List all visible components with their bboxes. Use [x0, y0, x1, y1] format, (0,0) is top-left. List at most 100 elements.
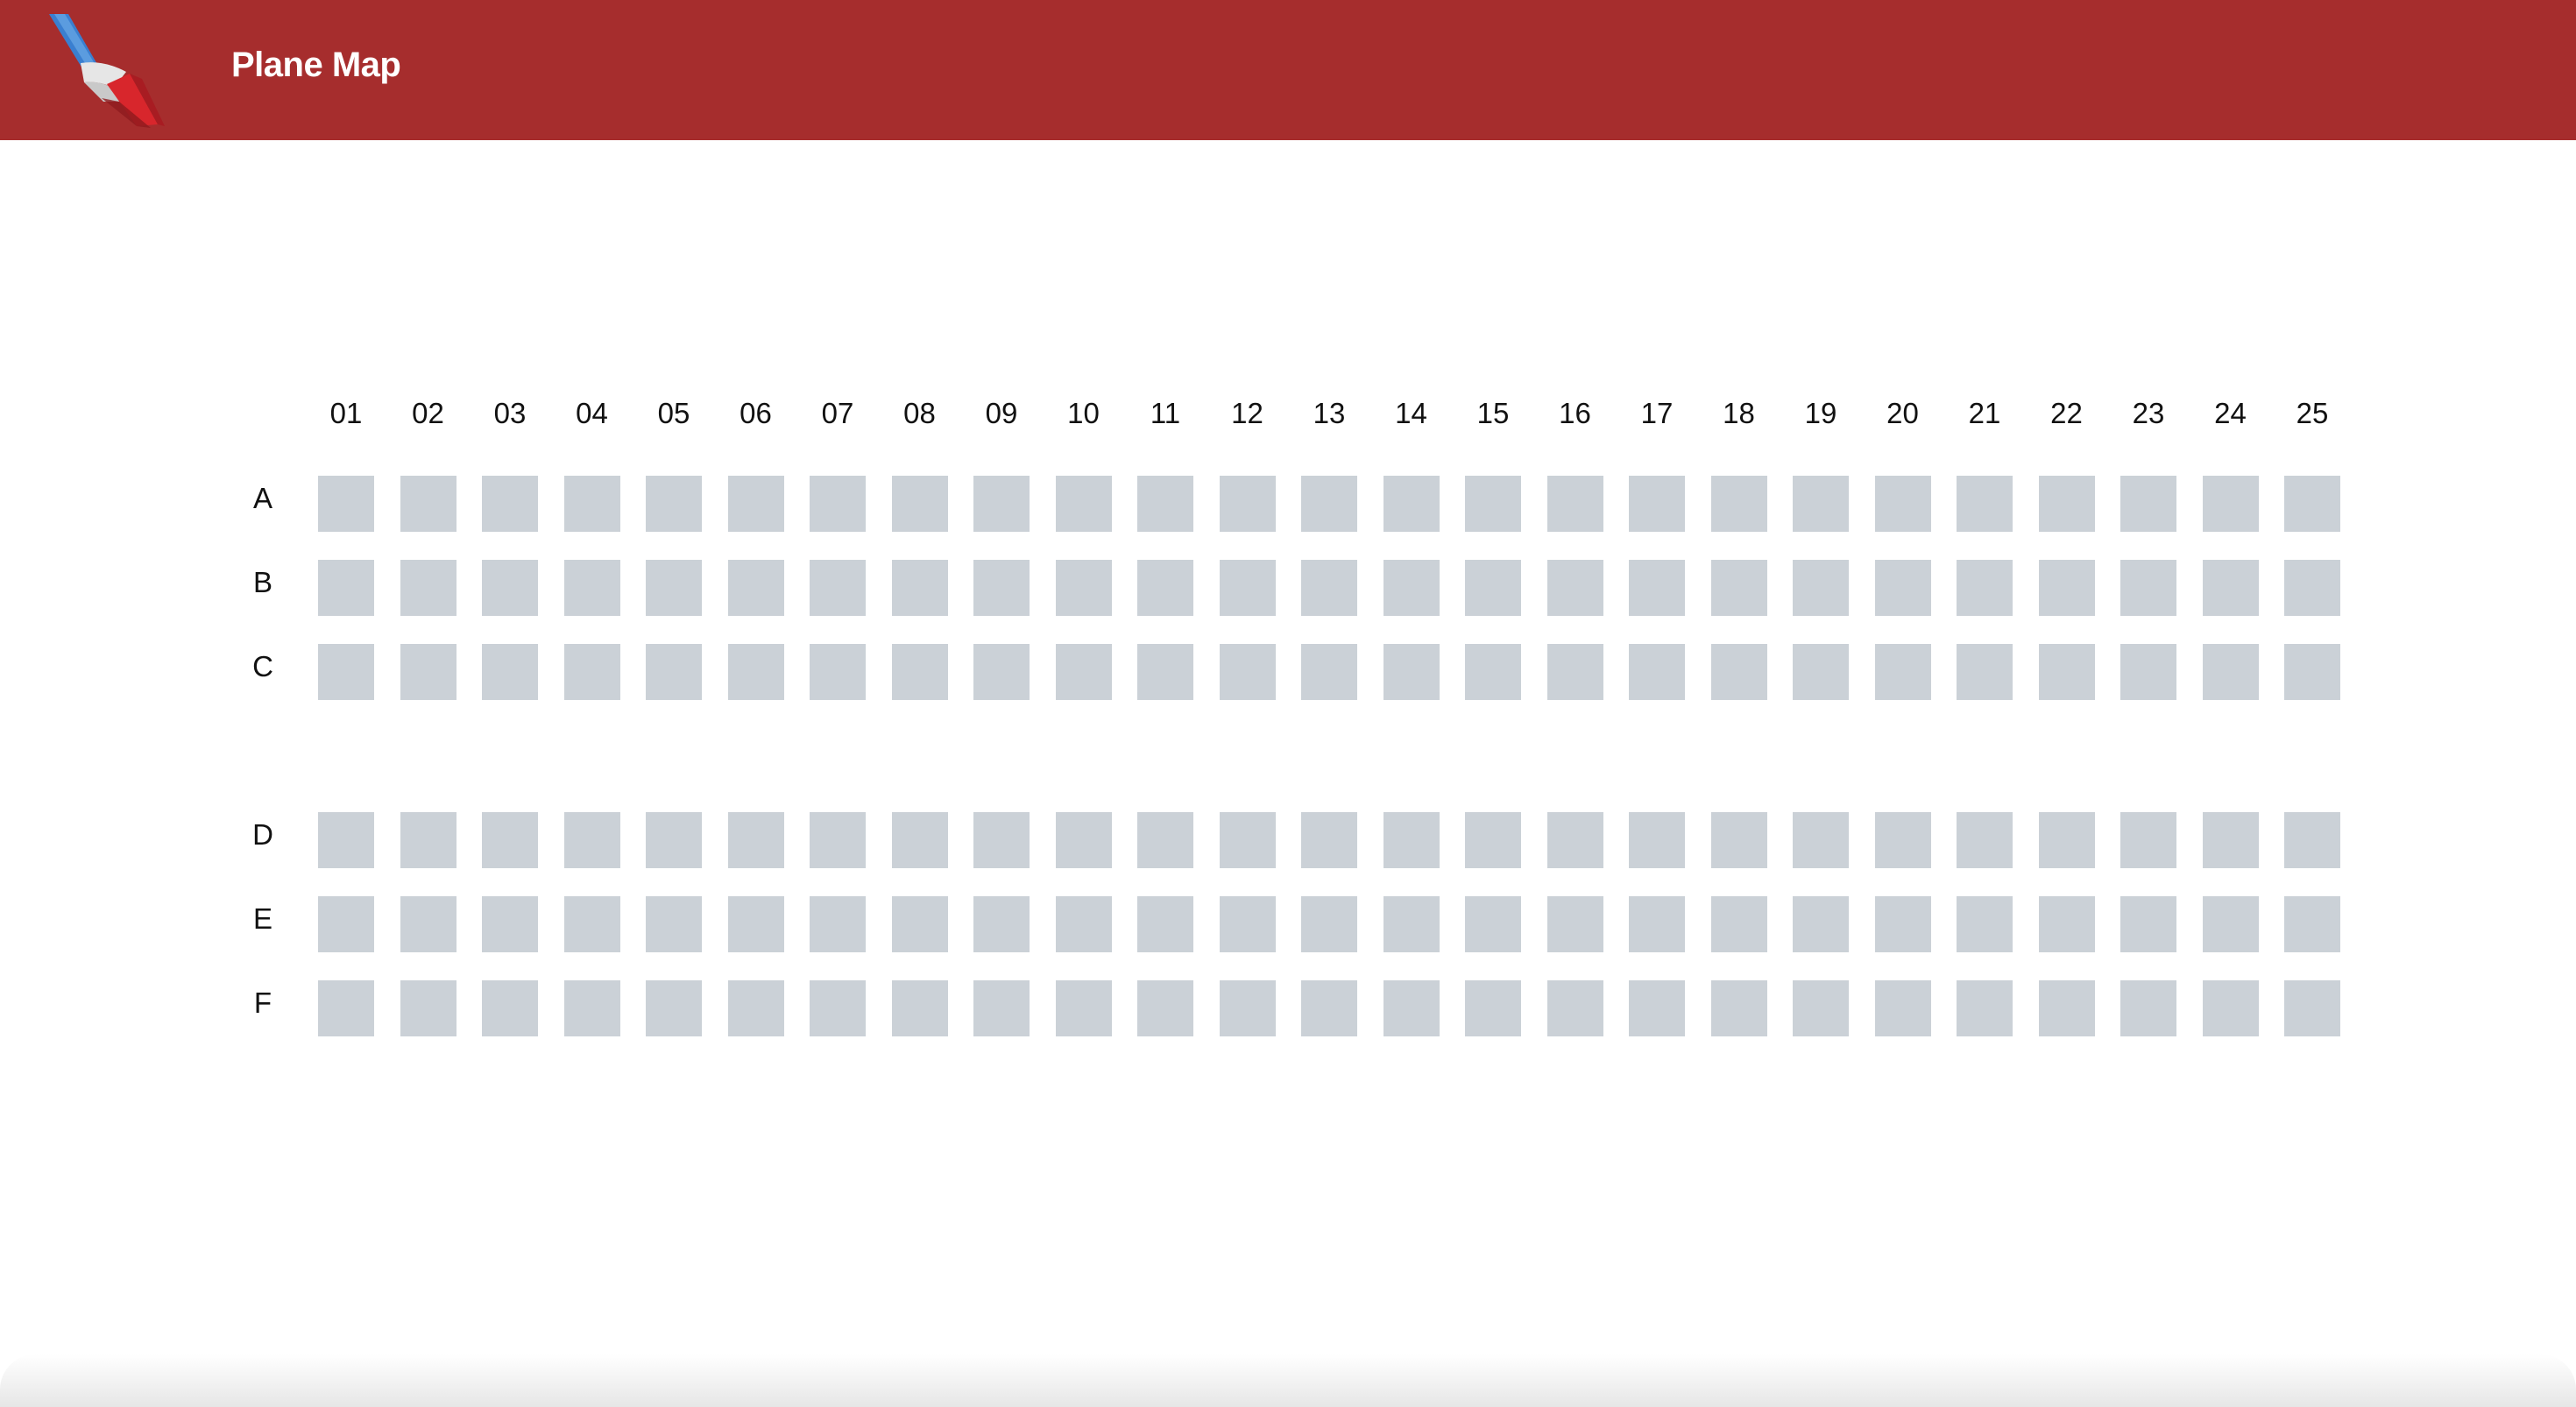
seat[interactable]	[2120, 476, 2176, 532]
seat[interactable]	[1546, 896, 1603, 952]
seat[interactable]	[1546, 560, 1603, 616]
seat[interactable]	[2202, 980, 2259, 1036]
seat[interactable]	[646, 980, 702, 1036]
seat[interactable]	[973, 644, 1030, 700]
seat[interactable]	[1383, 476, 1440, 532]
seat[interactable]	[482, 560, 538, 616]
seat[interactable]	[563, 896, 620, 952]
seat[interactable]	[1137, 644, 1193, 700]
seat[interactable]	[1219, 896, 1276, 952]
seat[interactable]	[400, 812, 456, 868]
seat[interactable]	[2120, 644, 2176, 700]
seat[interactable]	[563, 644, 620, 700]
seat[interactable]	[400, 896, 456, 952]
seat[interactable]	[2284, 644, 2340, 700]
seat[interactable]	[318, 644, 374, 700]
seat[interactable]	[1546, 980, 1603, 1036]
seat[interactable]	[891, 896, 948, 952]
seat[interactable]	[2284, 560, 2340, 616]
seat[interactable]	[1629, 644, 1685, 700]
seat[interactable]	[1629, 980, 1685, 1036]
seat[interactable]	[727, 560, 784, 616]
seat[interactable]	[1137, 476, 1193, 532]
seat[interactable]	[1383, 980, 1440, 1036]
seat[interactable]	[563, 812, 620, 868]
seat[interactable]	[810, 812, 866, 868]
seat[interactable]	[1710, 812, 1767, 868]
seat[interactable]	[1874, 476, 1931, 532]
seat[interactable]	[1137, 896, 1193, 952]
seat[interactable]	[1465, 476, 1521, 532]
seat[interactable]	[563, 560, 620, 616]
seat[interactable]	[1629, 896, 1685, 952]
seat[interactable]	[1055, 644, 1112, 700]
seat[interactable]	[1546, 476, 1603, 532]
seat[interactable]	[2120, 980, 2176, 1036]
seat[interactable]	[400, 644, 456, 700]
seat[interactable]	[1465, 812, 1521, 868]
seat[interactable]	[1874, 644, 1931, 700]
seat[interactable]	[1957, 980, 2013, 1036]
seat[interactable]	[1055, 980, 1112, 1036]
seat[interactable]	[400, 560, 456, 616]
seat[interactable]	[1710, 644, 1767, 700]
seat[interactable]	[891, 560, 948, 616]
seat[interactable]	[973, 980, 1030, 1036]
seat[interactable]	[1546, 644, 1603, 700]
seat[interactable]	[1710, 476, 1767, 532]
seat[interactable]	[891, 980, 948, 1036]
seat[interactable]	[1137, 560, 1193, 616]
seat[interactable]	[318, 812, 374, 868]
seat[interactable]	[482, 980, 538, 1036]
seat[interactable]	[1629, 476, 1685, 532]
seat[interactable]	[2038, 896, 2095, 952]
seat[interactable]	[2202, 476, 2259, 532]
seat[interactable]	[810, 980, 866, 1036]
seat[interactable]	[727, 980, 784, 1036]
seat[interactable]	[1629, 812, 1685, 868]
seat[interactable]	[727, 476, 784, 532]
seat[interactable]	[1710, 980, 1767, 1036]
seat[interactable]	[318, 476, 374, 532]
seat[interactable]	[973, 476, 1030, 532]
seat[interactable]	[646, 560, 702, 616]
seat[interactable]	[727, 644, 784, 700]
seat[interactable]	[318, 896, 374, 952]
seat[interactable]	[2038, 476, 2095, 532]
seat[interactable]	[1546, 812, 1603, 868]
seat[interactable]	[973, 560, 1030, 616]
seat[interactable]	[2038, 560, 2095, 616]
seat[interactable]	[1301, 476, 1357, 532]
seat[interactable]	[1710, 560, 1767, 616]
seat[interactable]	[482, 812, 538, 868]
seat[interactable]	[1957, 644, 2013, 700]
seat[interactable]	[1219, 812, 1276, 868]
seat[interactable]	[1957, 896, 2013, 952]
seat[interactable]	[891, 476, 948, 532]
seat[interactable]	[318, 560, 374, 616]
seat[interactable]	[1383, 812, 1440, 868]
seat[interactable]	[2120, 812, 2176, 868]
seat[interactable]	[1301, 812, 1357, 868]
seat[interactable]	[973, 812, 1030, 868]
seat[interactable]	[2284, 896, 2340, 952]
seat[interactable]	[1137, 980, 1193, 1036]
seat[interactable]	[563, 476, 620, 532]
seat[interactable]	[1874, 980, 1931, 1036]
seat[interactable]	[1629, 560, 1685, 616]
seat[interactable]	[1055, 476, 1112, 532]
seat[interactable]	[810, 560, 866, 616]
seat[interactable]	[1219, 980, 1276, 1036]
seat[interactable]	[1301, 644, 1357, 700]
seat[interactable]	[2038, 980, 2095, 1036]
seat[interactable]	[2202, 644, 2259, 700]
seat[interactable]	[1957, 812, 2013, 868]
seat[interactable]	[2284, 812, 2340, 868]
seat[interactable]	[1957, 476, 2013, 532]
seat[interactable]	[1465, 560, 1521, 616]
seat[interactable]	[2284, 476, 2340, 532]
seat[interactable]	[1055, 896, 1112, 952]
seat[interactable]	[400, 980, 456, 1036]
seat[interactable]	[1301, 896, 1357, 952]
seat[interactable]	[482, 644, 538, 700]
